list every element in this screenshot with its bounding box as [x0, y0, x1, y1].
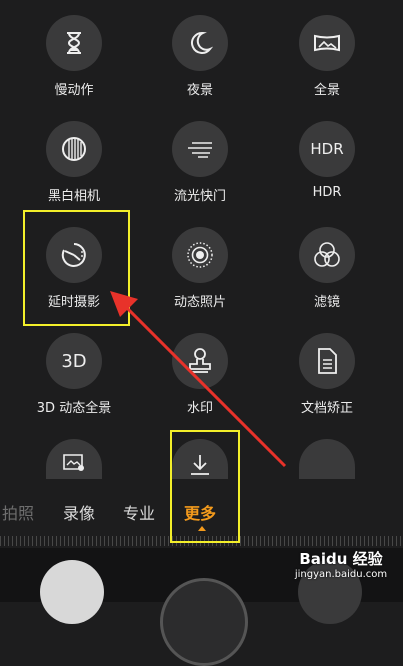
watermark: Baidu 经验 jingyan.baidu.com: [286, 548, 396, 580]
watermark-url: jingyan.baidu.com: [294, 569, 388, 580]
annotation-arrow: [110, 291, 287, 468]
watermark-title: Baidu 经验: [299, 550, 383, 568]
